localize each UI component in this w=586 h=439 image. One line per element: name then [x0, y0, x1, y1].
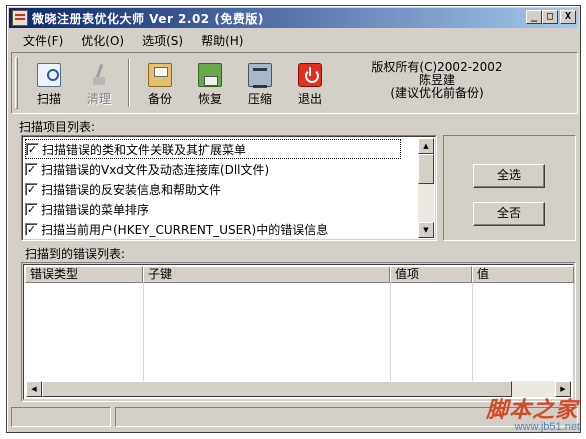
toolbar: 扫描 清理 备份 恢复 压缩 退出 版权所有(C)2002-2002 陈昱建 (…: [11, 52, 578, 114]
checkbox[interactable]: ✓: [25, 182, 38, 196]
clean-label: 清理: [86, 92, 111, 106]
list-item[interactable]: ✓ 扫描当前用户(HKEY_CURRENT_USER)中的错误信息: [25, 219, 328, 239]
column-header-value-item[interactable]: 值项: [390, 266, 472, 283]
compress-icon: [248, 63, 272, 88]
watermark-url: www.jb51.net: [514, 421, 580, 433]
scan-items-label: 扫描项目列表:: [19, 120, 96, 134]
backup-button[interactable]: 备份: [138, 59, 182, 109]
scan-items-list[interactable]: ✓ 扫描错误的类和文件关联及其扩展菜单 ✓ 扫描错误的Vxd文件及动态连接库(D…: [21, 135, 437, 241]
scroll-down-button[interactable]: ▼: [418, 222, 434, 238]
exit-button[interactable]: 退出: [288, 59, 332, 109]
restore-button[interactable]: 恢复: [188, 59, 232, 109]
grid-line: [143, 283, 144, 381]
grid-line: [472, 283, 473, 381]
clean-button[interactable]: 清理: [77, 59, 121, 109]
list-item-text: 扫描错误的菜单排序: [41, 202, 150, 217]
column-header-subkey[interactable]: 子键: [143, 266, 390, 283]
list-item-text: 扫描错误的类和文件关联及其扩展菜单: [42, 142, 247, 157]
vertical-scrollbar[interactable]: ▲ ▼: [418, 138, 434, 238]
select-none-button[interactable]: 全否: [473, 202, 545, 226]
selection-buttons-panel: 全选 全否: [443, 135, 576, 241]
exit-label: 退出: [297, 92, 322, 106]
maximize-button[interactable]: □: [542, 10, 558, 24]
scroll-up-button[interactable]: ▲: [418, 138, 434, 154]
menu-file[interactable]: 文件(F): [9, 32, 72, 49]
checkbox[interactable]: ✓: [25, 202, 38, 216]
list-item-text: 扫描错误的反安装信息和帮助文件: [41, 182, 222, 197]
copyright-info: 版权所有(C)2002-2002 陈昱建 (建议优化前备份): [352, 61, 522, 100]
clean-icon: [87, 63, 111, 87]
list-item[interactable]: ✓ 扫描错误的反安装信息和帮助文件: [25, 179, 221, 199]
scan-icon: [37, 63, 61, 87]
grid-line: [390, 283, 391, 381]
scan-label: 扫描: [36, 92, 61, 106]
menu-options[interactable]: 选项(S): [133, 32, 192, 49]
column-header-error-type[interactable]: 错误类型: [25, 266, 143, 283]
scan-button[interactable]: 扫描: [27, 59, 71, 109]
title-bar[interactable]: 微晓注册表优化大师 Ver 2.02 (免费版) _ □ X: [9, 8, 578, 28]
list-item-text: 扫描错误的Vxd文件及动态连接库(Dll文件): [41, 162, 270, 177]
error-list-label: 扫描到的错误列表:: [25, 247, 126, 261]
scroll-thumb[interactable]: [418, 154, 434, 184]
list-item[interactable]: ✓ 扫描错误的类和文件关联及其扩展菜单: [25, 139, 401, 159]
list-item[interactable]: ✓ 扫描错误的菜单排序: [25, 199, 149, 219]
error-list-panel: 错误类型 子键 值项 值 ◀ ▶: [21, 262, 576, 402]
scroll-thumb[interactable]: [42, 381, 512, 397]
checkbox[interactable]: ✓: [26, 142, 39, 156]
scroll-left-button[interactable]: ◀: [26, 381, 42, 397]
minimize-button[interactable]: _: [526, 10, 542, 24]
select-all-button[interactable]: 全选: [473, 164, 545, 188]
site-watermark: 脚本之家 www.jb51.net: [460, 392, 584, 438]
menu-help[interactable]: 帮助(H): [192, 32, 252, 49]
backup-label: 备份: [147, 92, 172, 106]
watermark-text: 脚本之家: [485, 397, 578, 423]
list-item[interactable]: ✓ 扫描错误的Vxd文件及动态连接库(Dll文件): [25, 159, 269, 179]
exit-icon: [298, 63, 322, 87]
backup-icon: [148, 63, 172, 87]
close-button[interactable]: X: [560, 10, 576, 24]
main-window: 微晓注册表优化大师 Ver 2.02 (免费版) _ □ X 文件(F) 优化(…: [6, 5, 581, 433]
checkbox[interactable]: ✓: [25, 222, 38, 236]
compress-button[interactable]: 压缩: [238, 59, 282, 109]
toolbar-separator: [128, 59, 130, 107]
status-left: [11, 407, 111, 427]
compress-label: 压缩: [247, 92, 272, 106]
error-list[interactable]: 错误类型 子键 值项 值 ◀ ▶: [23, 264, 574, 400]
menu-bar: 文件(F) 优化(O) 选项(S) 帮助(H): [9, 30, 578, 50]
app-icon[interactable]: [12, 10, 28, 26]
restore-icon: [198, 63, 222, 87]
backup-advice: (建议优化前备份): [390, 86, 484, 100]
toolbar-grip[interactable]: [15, 57, 18, 109]
checkbox[interactable]: ✓: [25, 162, 38, 176]
column-header-value[interactable]: 值: [472, 266, 574, 283]
window-title: 微晓注册表优化大师 Ver 2.02 (免费版): [32, 11, 264, 26]
restore-label: 恢复: [197, 92, 222, 106]
list-item-text: 扫描当前用户(HKEY_CURRENT_USER)中的错误信息: [41, 222, 329, 237]
menu-optimize[interactable]: 优化(O): [72, 32, 133, 49]
